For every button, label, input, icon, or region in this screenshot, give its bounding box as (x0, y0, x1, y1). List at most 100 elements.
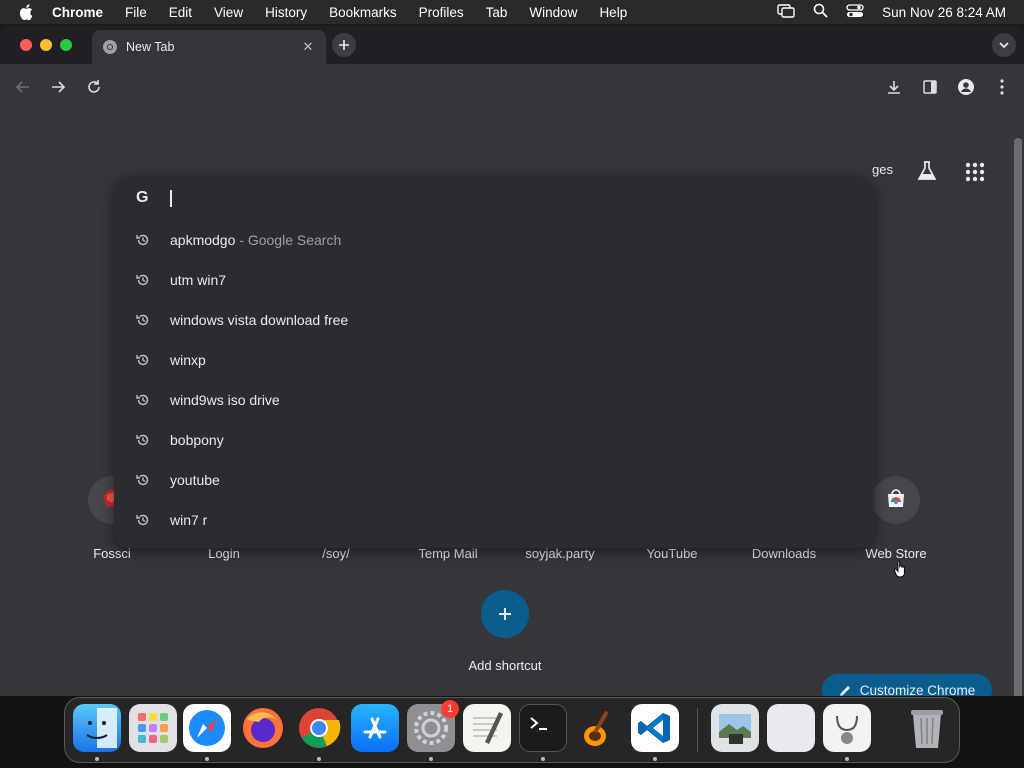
menu-app-name[interactable]: Chrome (52, 5, 114, 20)
omnibox-dropdown: G apkmodgo - Google Search utm win7 wind… (114, 176, 874, 548)
running-indicator (205, 757, 209, 761)
customize-chrome-label: Customize Chrome (859, 682, 976, 697)
menu-window[interactable]: Window (518, 5, 588, 20)
trash-icon[interactable] (903, 704, 951, 752)
google-apps-icon[interactable] (965, 162, 985, 182)
zoom-window-button[interactable] (60, 39, 72, 51)
menu-history[interactable]: History (254, 5, 318, 20)
minimize-window-button[interactable] (40, 39, 52, 51)
disk-utility-icon[interactable] (823, 704, 871, 752)
blank-document-icon[interactable] (767, 704, 815, 752)
menubar-clock[interactable]: Sun Nov 26 8:24 AM (882, 5, 1006, 20)
chrome-menu-button[interactable] (991, 76, 1013, 98)
menu-edit[interactable]: Edit (158, 5, 203, 20)
suggestion-text: apkmodgo - Google Search (170, 232, 341, 248)
customize-chrome-button[interactable]: Customize Chrome (822, 674, 992, 696)
kebab-menu-icon (1000, 79, 1004, 95)
menu-help[interactable]: Help (588, 5, 638, 20)
forward-button[interactable] (47, 76, 69, 98)
chrome-labs-icon[interactable] (916, 160, 938, 182)
browser-toolbar (0, 64, 1024, 110)
reload-button[interactable] (83, 76, 105, 98)
textedit-icon[interactable] (463, 704, 511, 752)
new-tab-page: ges Fossci S Login (0, 110, 1024, 696)
history-icon (136, 433, 150, 447)
suggestion-item[interactable]: wind9ws iso drive (114, 380, 874, 420)
apple-menu-icon[interactable] (0, 4, 52, 20)
control-center-icon[interactable] (846, 3, 864, 21)
menu-file[interactable]: File (114, 5, 158, 20)
firefox-icon[interactable] (239, 704, 287, 752)
tab-title: New Tab (126, 40, 175, 54)
suggestion-item[interactable]: bobpony (114, 420, 874, 460)
tab-close-icon[interactable]: ✕ (300, 39, 316, 55)
omnibox[interactable]: G (114, 176, 874, 220)
preview-icon[interactable] (711, 704, 759, 752)
history-icon (136, 473, 150, 487)
downloads-button[interactable] (883, 76, 905, 98)
system-settings-icon[interactable]: 1 (407, 700, 459, 752)
menu-view[interactable]: View (203, 5, 254, 20)
shortcut-label: /soy/ (322, 546, 350, 561)
side-panel-button[interactable] (919, 76, 941, 98)
profile-button[interactable] (955, 76, 977, 98)
app-store-icon[interactable] (351, 704, 399, 752)
plus-icon (499, 608, 511, 620)
add-shortcut-label: Add shortcut (468, 658, 542, 673)
back-button[interactable] (12, 76, 34, 98)
shortcut-label: Login (208, 546, 240, 561)
running-indicator (95, 757, 99, 761)
suggestion-text: winxp (170, 352, 206, 368)
suggestion-text: win7 r (170, 512, 208, 528)
reload-icon (88, 80, 100, 93)
suggestion-item[interactable]: youtube (114, 460, 874, 500)
history-icon (136, 393, 150, 407)
menu-bookmarks[interactable]: Bookmarks (318, 5, 408, 20)
pencil-icon (839, 685, 850, 696)
images-link[interactable]: ges (872, 162, 893, 177)
menu-tab[interactable]: Tab (475, 5, 519, 20)
safari-icon[interactable] (183, 704, 231, 752)
add-shortcut-circle (481, 590, 529, 638)
tab-new-tab[interactable]: New Tab ✕ (92, 30, 326, 64)
chrome-window: New Tab ✕ ges Fossci Login /soy/ Temp Ma… (0, 26, 1024, 696)
running-indicator (541, 757, 545, 761)
vscode-icon[interactable] (631, 704, 679, 752)
finder-icon[interactable] (73, 704, 121, 752)
shortcut-label: Temp Mail (418, 546, 478, 561)
suggestion-text: utm win7 (170, 272, 227, 288)
running-indicator (429, 757, 433, 761)
chrome-icon[interactable] (295, 704, 343, 752)
close-window-button[interactable] (20, 39, 32, 51)
suggestion-item[interactable]: win7 r (114, 500, 874, 540)
suggestion-item[interactable]: utm win7 (114, 260, 874, 300)
suggestion-source: - Google Search (235, 232, 342, 248)
shortcut-label: YouTube (646, 546, 698, 561)
tab-search-button[interactable] (992, 33, 1016, 57)
suggestion-item[interactable]: winxp (114, 340, 874, 380)
garageband-icon[interactable] (575, 704, 623, 752)
profile-icon (958, 79, 974, 95)
shortcut-web-store-tile (872, 476, 920, 524)
back-arrow-icon (15, 81, 29, 93)
terminal-icon[interactable] (519, 704, 567, 752)
menu-profiles[interactable]: Profiles (408, 5, 475, 20)
suggestion-list: apkmodgo - Google Search utm win7 window… (114, 220, 874, 540)
suggestion-text: windows vista download free (170, 312, 349, 328)
suggestion-item[interactable]: apkmodgo - Google Search (114, 220, 874, 260)
add-shortcut-button[interactable]: Add shortcut (449, 590, 561, 673)
settings-badge: 1 (441, 700, 459, 718)
history-icon (136, 233, 150, 247)
history-icon (136, 273, 150, 287)
address-bar-input[interactable] (168, 186, 848, 210)
google-g-icon: G (136, 189, 149, 206)
suggestion-text: wind9ws iso drive (170, 392, 280, 408)
screen-mirror-icon[interactable] (777, 3, 795, 21)
launchpad-icon[interactable] (129, 704, 177, 752)
new-tab-button[interactable] (332, 33, 356, 57)
spotlight-search-icon[interactable] (813, 3, 828, 21)
suggestion-item[interactable]: windows vista download free (114, 300, 874, 340)
suggestion-text: youtube (170, 472, 220, 488)
page-scrollbar[interactable] (1014, 138, 1022, 696)
shortcut-label: Fossci (93, 546, 131, 561)
